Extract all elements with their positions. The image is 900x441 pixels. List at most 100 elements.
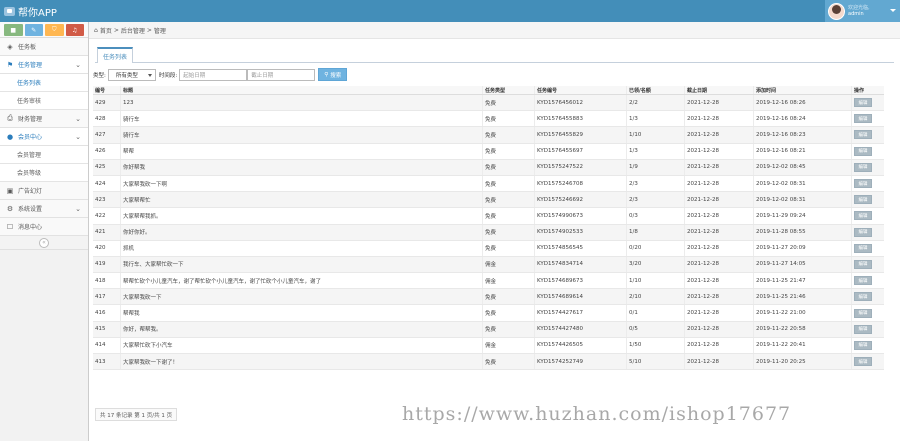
table-cell: 414 [93,337,121,353]
edit-button[interactable]: 编辑 [854,130,872,140]
edit-button[interactable]: 编辑 [854,98,872,108]
table-cell: 大家帮我砍一下 [121,289,483,305]
table-cell: KYD1574426505 [535,337,627,353]
table-cell: 2019-12-16 08:24 [754,111,852,127]
edit-button[interactable]: 编辑 [854,114,872,124]
table-cell: 1/3 [627,143,685,159]
table-cell: 编辑 [852,289,884,304]
user-menu[interactable]: 欢迎光临, admin [825,0,900,22]
bookmark-icon: ☐ [6,222,14,231]
app-brand[interactable]: 帮你APP [4,4,57,19]
sidebar-item-member-level[interactable]: 会员等级 [0,164,88,182]
time-range-label: 时间段: [158,72,178,79]
table-cell: 帮帮忙砍个小儿童汽车，谢了帮忙砍个小儿童汽车，谢了忙砍个小儿童汽车，谢了 [121,273,483,289]
table-cell: 2019-12-16 08:23 [754,127,852,143]
table-cell: 2019-11-22 20:58 [754,321,852,337]
sidebar-item-member-center[interactable]: ● 会员中心 ⌄ [0,128,88,146]
sidebar-item-task-management[interactable]: ⚑ 任务管理 ⌄ [0,56,88,74]
table-cell: 编辑 [852,305,884,320]
table-cell: 编辑 [852,257,884,272]
type-label: 类型: [93,72,106,79]
table-cell: 415 [93,321,121,337]
table-cell: 428 [93,111,121,127]
edit-button[interactable]: 编辑 [854,179,872,189]
column-header[interactable]: 任务编号 [535,86,627,94]
edit-button[interactable]: 编辑 [854,146,872,156]
table-cell: 3/20 [627,256,685,273]
printer-icon: ⎙ [7,114,13,122]
table-cell: KYD1574689614 [535,289,627,305]
edit-button[interactable]: 编辑 [854,243,872,253]
tab-task-list[interactable]: 任务列表 [97,47,134,63]
table-cell: 免费 [483,127,535,143]
table-cell: 2021-12-28 [685,256,754,273]
column-header[interactable]: 任务类型 [483,86,535,94]
column-header[interactable]: 截止日期 [685,86,754,94]
edit-button[interactable]: 编辑 [854,211,872,221]
column-header[interactable]: 添加时间 [754,86,852,94]
chevron-down-icon: ⌄ [75,61,81,69]
table-cell: 1/50 [627,337,685,353]
dashboard-icon: ◈ [7,42,13,51]
sidebar-item-task-review[interactable]: 任务审核 [0,92,88,110]
chevron-down-icon: ⌄ [75,205,81,213]
column-header[interactable]: 标题 [121,86,483,94]
sidebar-item-messages[interactable]: ☐ 消息中心 [0,218,88,236]
table-cell: 2021-12-28 [685,175,754,192]
sidebar-item-finance[interactable]: ⎙ 财务管理 ⌄ [0,110,88,128]
table-cell: 免费 [483,159,535,175]
flag-icon: ⚑ [6,60,14,69]
edit-button[interactable]: 编辑 [854,195,872,205]
table-cell: 2019-12-02 08:31 [754,175,852,192]
table-cell: 2019-11-28 08:55 [754,224,852,240]
table-cell: 424 [93,175,121,192]
sidebar-collapse-toggle[interactable]: « [0,236,88,250]
breadcrumb-home[interactable]: 首页 [100,26,112,35]
end-date-input[interactable]: 截止日期 [247,68,316,81]
sidebar-item-task-board[interactable]: ◈ 任务板 [0,38,88,56]
edit-button[interactable]: 编辑 [854,357,872,367]
table-cell: 2019-12-16 08:21 [754,143,852,159]
shortcut-edit-button[interactable]: ✎ [24,24,43,36]
sidebar-item-member-management[interactable]: 会员管理 [0,146,88,164]
table-cell: 编辑 [852,354,884,369]
table-cell: 2021-12-28 [685,321,754,337]
breadcrumb-admin[interactable]: 后台管理 [121,26,145,35]
edit-button[interactable]: 编辑 [854,308,872,318]
shortcut-users-button[interactable]: ⛉ [45,24,64,36]
table-cell: 编辑 [852,273,884,288]
edit-button[interactable]: 编辑 [854,324,872,334]
table-cell: 1/9 [627,159,685,175]
edit-button[interactable]: 编辑 [854,227,872,237]
shortcut-settings-button[interactable]: ♫ [65,24,84,36]
table-row: 418 帮帮忙砍个小儿童汽车，谢了帮忙砍个小儿童汽车，谢了忙砍个小儿童汽车，谢了佣… [93,273,884,290]
table-cell: 2021-12-28 [685,111,754,127]
shortcut-stats-button[interactable]: ■ [4,24,23,36]
table-cell: 大家帮我砍一下啊 [121,175,483,192]
sidebar-item-task-list[interactable]: 任务列表 [0,74,88,92]
column-header[interactable]: 已领/名额 [627,86,685,94]
edit-button[interactable]: 编辑 [854,259,872,269]
table-cell: 你好你好。 [121,224,483,240]
edit-button[interactable]: 编辑 [854,340,872,350]
sidebar-item-system-settings[interactable]: ⚙ 系统设置 ⌄ [0,200,88,218]
table-cell: 编辑 [852,127,884,142]
table-cell: 1/10 [627,273,685,289]
edit-button[interactable]: 编辑 [854,276,872,286]
table-cell: 426 [93,143,121,159]
edit-button[interactable]: 编辑 [854,162,872,172]
table-cell: 编辑 [852,192,884,207]
table-cell: 2021-12-28 [685,208,754,224]
sidebar-item-ads[interactable]: ▣ 广告幻灯 [0,182,88,200]
search-button[interactable]: ⚲ 搜索 [318,68,348,81]
table-cell: 免费 [483,321,535,337]
table-cell: 2019-12-02 08:31 [754,192,852,208]
start-date-input[interactable]: 起始日期 [179,68,248,81]
table-cell: 编辑 [852,225,884,240]
edit-button[interactable]: 编辑 [854,292,872,302]
table-cell: 2021-12-28 [685,127,754,143]
table-row: 425 你好帮我 免费 KYD1575247522 1/9 2021-12-28 2019-… [93,159,884,176]
column-header[interactable]: 编号 [93,86,121,94]
type-select[interactable]: 所有类型 [107,68,156,81]
table-cell: 2021-12-28 [685,354,754,370]
